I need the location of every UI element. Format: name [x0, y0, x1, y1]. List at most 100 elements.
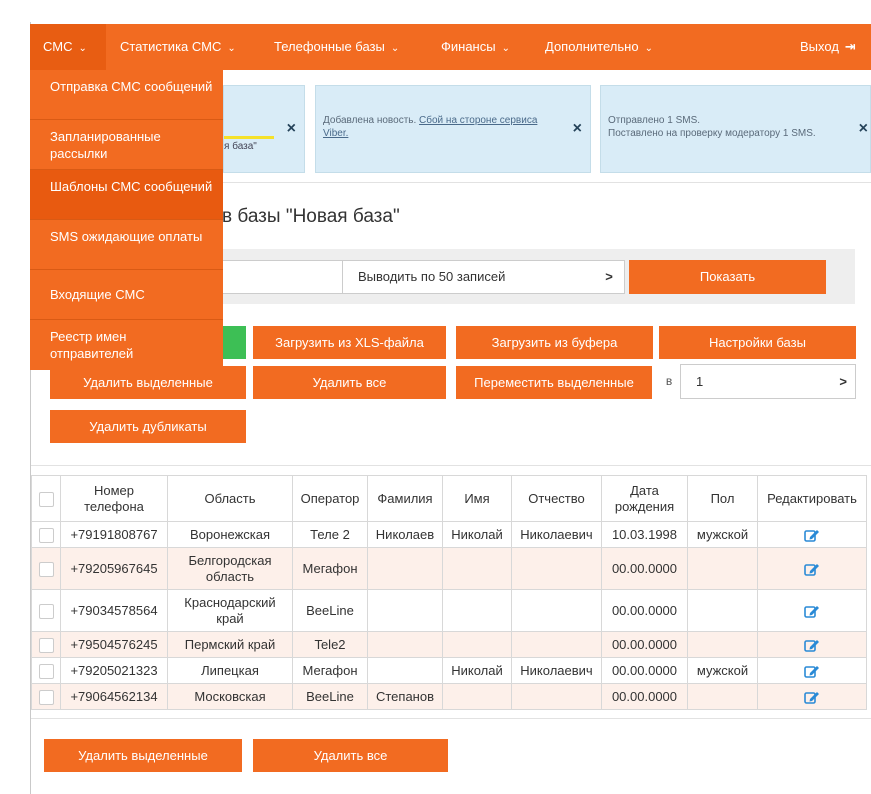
table-cell: Николаев	[367, 521, 443, 548]
edit-icon[interactable]	[804, 562, 820, 577]
chevron-down-icon: ⌄	[78, 43, 87, 54]
chevron-right-icon: >	[605, 269, 613, 284]
load-xls-button[interactable]: Загрузить из XLS-файла	[253, 326, 446, 359]
menu-item-send[interactable]: Отправка СМС сообщений	[30, 70, 223, 120]
nav-finance[interactable]: Финансы ⌄	[441, 24, 510, 70]
select-all-checkbox[interactable]	[38, 491, 54, 507]
table-cell	[687, 547, 758, 590]
table-cell: Николаевич	[511, 521, 602, 548]
sms-dropdown-menu: Отправка СМС сообщений Запланированные р…	[30, 70, 223, 370]
notification-base: я база" ×	[223, 85, 305, 173]
bottom-delete-selected-button[interactable]: Удалить выделенные	[44, 739, 242, 772]
table-row: +79504576245 Пермский край Tele2 00.00.0000	[31, 631, 867, 658]
col-phone[interactable]: Номер телефона	[60, 475, 168, 522]
menu-item-awaiting[interactable]: SMS ожидающие оплаты	[30, 220, 223, 270]
edit-icon[interactable]	[804, 604, 820, 619]
edit-cell	[757, 631, 867, 658]
row-select-cell	[31, 631, 61, 658]
nav-phone-bases[interactable]: Телефонные базы ⌄	[274, 24, 399, 70]
table-cell: Краснодарский край	[167, 589, 293, 632]
table-cell	[442, 589, 512, 632]
edit-icon[interactable]	[804, 690, 820, 705]
table-row: +79205967645 Белгородская область Мегафон 0…	[31, 547, 867, 590]
table-cell	[367, 631, 443, 658]
col-operator[interactable]: Оператор	[292, 475, 368, 522]
table-cell: Николай	[442, 521, 512, 548]
row-checkbox[interactable]	[38, 637, 54, 653]
app-frame: СМС ⌄ Статистика СМС ⌄ Телефонные базы ⌄ Фи…	[0, 0, 871, 794]
col-region[interactable]: Область	[167, 475, 293, 522]
delete-all-button[interactable]: Удалить все	[253, 366, 446, 399]
menu-item-templates[interactable]: Шаблоны СМС сообщений	[30, 170, 223, 220]
row-checkbox[interactable]	[38, 689, 54, 705]
table-cell	[367, 547, 443, 590]
table-cell: Мегафон	[292, 657, 368, 684]
close-icon[interactable]: ×	[287, 120, 296, 138]
col-birthdate[interactable]: Дата рождения	[601, 475, 688, 522]
col-lastname[interactable]: Фамилия	[367, 475, 443, 522]
table-cell: +79205967645	[60, 547, 168, 590]
table-cell	[367, 657, 443, 684]
move-target-select[interactable]: 1 >	[680, 364, 856, 399]
nav-logout[interactable]: Выход ⇥	[800, 24, 856, 70]
page-title: в базы "Новая база"	[222, 206, 400, 227]
table-cell	[511, 683, 602, 710]
notification-progress-bar	[224, 136, 274, 139]
row-select-cell	[31, 657, 61, 684]
table-cell: 00.00.0000	[601, 631, 688, 658]
edit-icon[interactable]	[804, 664, 820, 679]
table-cell: Пермский край	[167, 631, 293, 658]
menu-item-senders[interactable]: Реестр имен отправителей	[30, 320, 223, 370]
table-cell: Воронежская	[167, 521, 293, 548]
edit-cell	[757, 657, 867, 684]
chevron-right-icon: >	[839, 374, 847, 389]
col-gender[interactable]: Пол	[687, 475, 758, 522]
nav-logout-label: Выход	[800, 39, 839, 54]
table-cell: +79205021323	[60, 657, 168, 684]
nav-sms-label: СМС	[43, 39, 73, 54]
table-cell	[442, 683, 512, 710]
row-checkbox[interactable]	[38, 527, 54, 543]
bottom-delete-all-button[interactable]: Удалить все	[253, 739, 448, 772]
row-checkbox[interactable]	[38, 663, 54, 679]
menu-item-scheduled[interactable]: Запланированные рассылки	[30, 120, 223, 170]
notification-sms-text: Отправлено 1 SMS. Поставлено на проверку…	[608, 114, 838, 140]
close-icon[interactable]: ×	[573, 120, 582, 138]
row-checkbox[interactable]	[38, 561, 54, 577]
chevron-down-icon: ⌄	[227, 43, 236, 54]
table-header-row: Номер телефона Область Оператор Фамилия …	[31, 475, 867, 522]
nav-sms[interactable]: СМС ⌄	[30, 24, 106, 70]
table-cell: 00.00.0000	[601, 683, 688, 710]
menu-item-incoming[interactable]: Входящие СМС	[30, 270, 223, 320]
table-cell	[511, 589, 602, 632]
table-cell: мужской	[687, 657, 758, 684]
base-settings-button[interactable]: Настройки базы	[659, 326, 856, 359]
table-cell: Степанов	[367, 683, 443, 710]
nav-more[interactable]: Дополнительно ⌄	[545, 24, 653, 70]
col-firstname[interactable]: Имя	[442, 475, 512, 522]
table-cell: +79191808767	[60, 521, 168, 548]
notification-sms-status: Отправлено 1 SMS. Поставлено на проверку…	[600, 85, 871, 173]
nav-stats-label: Статистика СМС	[120, 39, 222, 54]
table-cell	[367, 589, 443, 632]
row-checkbox[interactable]	[38, 603, 54, 619]
move-selected-button[interactable]: Переместить выделенные	[456, 366, 652, 399]
move-target-value: 1	[696, 374, 704, 389]
load-buffer-button[interactable]: Загрузить из буфера	[456, 326, 653, 359]
edit-icon[interactable]	[804, 638, 820, 653]
edit-cell	[757, 589, 867, 632]
add-button-edge[interactable]	[223, 326, 246, 359]
divider	[31, 465, 871, 466]
table-cell: мужской	[687, 521, 758, 548]
col-patronymic[interactable]: Отчество	[511, 475, 602, 522]
delete-duplicates-button[interactable]: Удалить дубликаты	[50, 410, 246, 443]
close-icon[interactable]: ×	[859, 120, 868, 138]
edit-icon[interactable]	[804, 528, 820, 543]
nav-stats[interactable]: Статистика СМС ⌄	[120, 24, 236, 70]
delete-selected-button[interactable]: Удалить выделенные	[50, 366, 246, 399]
per-page-select[interactable]: Выводить по 50 записей >	[342, 260, 625, 294]
show-button[interactable]: Показать	[629, 260, 826, 294]
chevron-down-icon: ⌄	[501, 43, 510, 54]
table-cell: Мегафон	[292, 547, 368, 590]
col-edit: Редактировать	[757, 475, 867, 522]
